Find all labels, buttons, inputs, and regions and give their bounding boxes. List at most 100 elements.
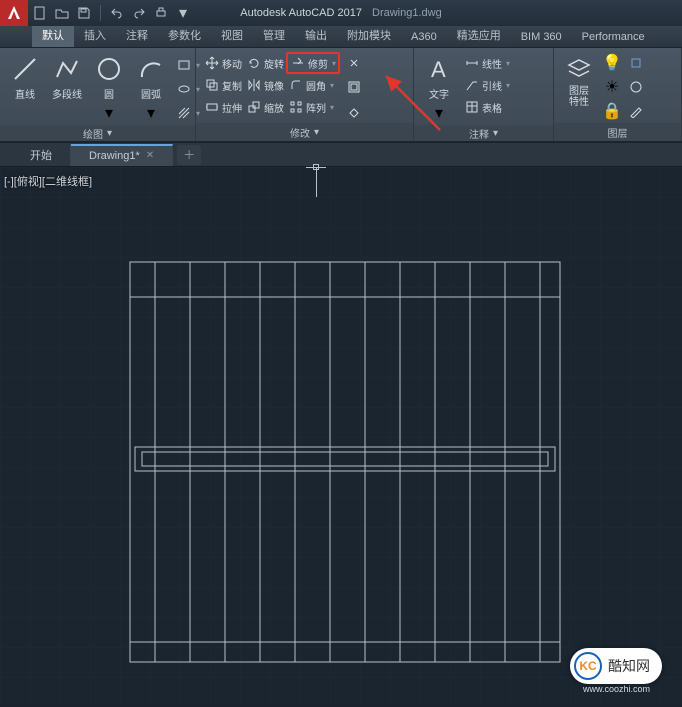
tab-annotate[interactable]: 注释	[116, 24, 158, 47]
arc-icon	[136, 54, 166, 84]
layer-iso-button[interactable]	[626, 52, 646, 74]
tab-parametric[interactable]: 参数化	[158, 24, 211, 47]
app-name: Autodesk AutoCAD 2017	[240, 7, 362, 19]
new-tab-button[interactable]: ＋	[177, 145, 201, 165]
tab-addins[interactable]: 附加模块	[337, 24, 401, 47]
print-icon[interactable]	[153, 5, 169, 21]
watermark: KC 酷知网 www.coozhi.com	[570, 648, 662, 684]
chevron-down-icon: ▾	[105, 103, 113, 123]
chevron-down-icon: ▾	[435, 103, 443, 123]
array-icon	[288, 99, 304, 115]
polyline-icon	[52, 54, 82, 84]
chevron-down-icon: ▾	[147, 103, 155, 123]
lock-icon: 🔒	[604, 103, 620, 119]
panel-draw-title[interactable]: 绘图▾	[0, 125, 195, 141]
line-icon	[10, 54, 40, 84]
svg-text:A: A	[431, 57, 446, 82]
tab-default[interactable]: 默认	[32, 24, 74, 47]
undo-icon[interactable]	[109, 5, 125, 21]
offset-icon	[346, 79, 362, 95]
text-button[interactable]: A 文字 ▾	[420, 52, 458, 125]
rectangle-icon	[176, 57, 192, 73]
tab-featured[interactable]: 精选应用	[447, 24, 511, 47]
chevron-down-icon: ▾	[107, 128, 112, 139]
scale-button[interactable]: 缩放	[244, 96, 286, 118]
chevron-down-icon: ▾	[328, 81, 334, 90]
leader-icon	[464, 77, 480, 93]
layer-freeze-button[interactable]: ☀	[602, 76, 622, 98]
chevron-down-icon: ▾	[493, 128, 498, 139]
tab-insert[interactable]: 插入	[74, 24, 116, 47]
tab-bim360[interactable]: BIM 360	[511, 28, 572, 47]
iso-icon	[628, 55, 644, 71]
text-icon: A	[424, 54, 454, 84]
linear-dim-button[interactable]: 线性▾	[462, 52, 512, 74]
tab-view[interactable]: 视图	[211, 24, 253, 47]
tab-output[interactable]: 输出	[295, 24, 337, 47]
ellipse-icon	[176, 81, 192, 97]
dimension-icon	[464, 55, 480, 71]
table-icon	[464, 99, 480, 115]
move-icon	[204, 55, 220, 71]
stretch-icon	[204, 99, 220, 115]
table-button[interactable]: 表格	[462, 96, 512, 118]
layer-props-button[interactable]: 图层 特性	[560, 52, 598, 110]
circle-icon	[94, 54, 124, 84]
sun-icon: ☀	[604, 79, 620, 95]
stretch-button[interactable]: 拉伸	[202, 96, 244, 118]
open-icon[interactable]	[54, 5, 70, 21]
line-button[interactable]: 直线	[6, 52, 44, 103]
layer-lock-button[interactable]: 🔒	[602, 100, 622, 122]
rotate-icon	[246, 55, 262, 71]
panel-layers-title[interactable]: 图层	[554, 123, 681, 141]
array-button[interactable]: 阵列▾	[286, 96, 340, 118]
leader-button[interactable]: 引线▾	[462, 74, 512, 96]
tab-manage[interactable]: 管理	[253, 24, 295, 47]
mirror-icon	[246, 77, 262, 93]
watermark-url: www.coozhi.com	[583, 684, 650, 694]
rotate-button[interactable]: 旋转	[244, 52, 286, 74]
file-tab-start[interactable]: 开始	[12, 144, 71, 166]
redo-icon[interactable]	[131, 5, 147, 21]
file-tab-drawing1[interactable]: Drawing1*✕	[71, 144, 173, 166]
drawing-canvas[interactable]: [-][俯视][二维线框]	[0, 167, 682, 704]
explode-button[interactable]	[344, 52, 364, 74]
panel-modify-title[interactable]: 修改▾	[196, 123, 413, 141]
fillet-button[interactable]: 圆角▾	[286, 74, 340, 96]
circle-button[interactable]: 圆 ▾	[90, 52, 128, 125]
chevron-down-icon: ▾	[314, 127, 319, 138]
layer-match-button[interactable]	[626, 100, 646, 122]
erase-icon	[346, 103, 362, 119]
fillet-icon	[288, 77, 304, 93]
cad-drawing	[0, 167, 682, 707]
layer-state-button[interactable]: 💡	[602, 52, 622, 74]
doc-name: Drawing1.dwg	[372, 7, 442, 19]
tab-a360[interactable]: A360	[401, 28, 447, 47]
new-icon[interactable]	[32, 5, 48, 21]
close-icon[interactable]: ✕	[146, 150, 154, 161]
panel-annotate-title[interactable]: 注释▾	[414, 125, 553, 141]
chevron-down-icon: ▾	[328, 103, 334, 112]
trim-button[interactable]: 修剪▾	[286, 52, 340, 74]
arc-button[interactable]: 圆弧 ▾	[132, 52, 170, 125]
offset-button[interactable]	[344, 76, 364, 98]
watermark-badge: KC	[574, 652, 602, 680]
off-icon	[628, 79, 644, 95]
move-button[interactable]: 移动	[202, 52, 244, 74]
file-tabs: 开始 Drawing1*✕ ＋	[0, 143, 682, 167]
app-logo[interactable]	[0, 0, 28, 26]
copy-icon	[204, 77, 220, 93]
layer-off-button[interactable]	[626, 76, 646, 98]
erase-button[interactable]	[344, 100, 364, 122]
mirror-button[interactable]: 镜像	[244, 74, 286, 96]
panel-modify: 移动 复制 拉伸 旋转 镜像 缩放 修剪▾ 圆角▾ 阵列▾ 修改▾	[196, 48, 414, 141]
scale-icon	[246, 99, 262, 115]
title-bar: ▾ Autodesk AutoCAD 2017 Drawing1.dwg	[0, 0, 682, 26]
copy-button[interactable]: 复制	[202, 74, 244, 96]
qat-dropdown-icon[interactable]: ▾	[175, 5, 191, 21]
tab-performance[interactable]: Performance	[572, 28, 655, 47]
save-icon[interactable]	[76, 5, 92, 21]
explode-icon	[346, 55, 362, 71]
polyline-button[interactable]: 多段线	[48, 52, 86, 103]
chevron-down-icon: ▾	[330, 59, 336, 68]
